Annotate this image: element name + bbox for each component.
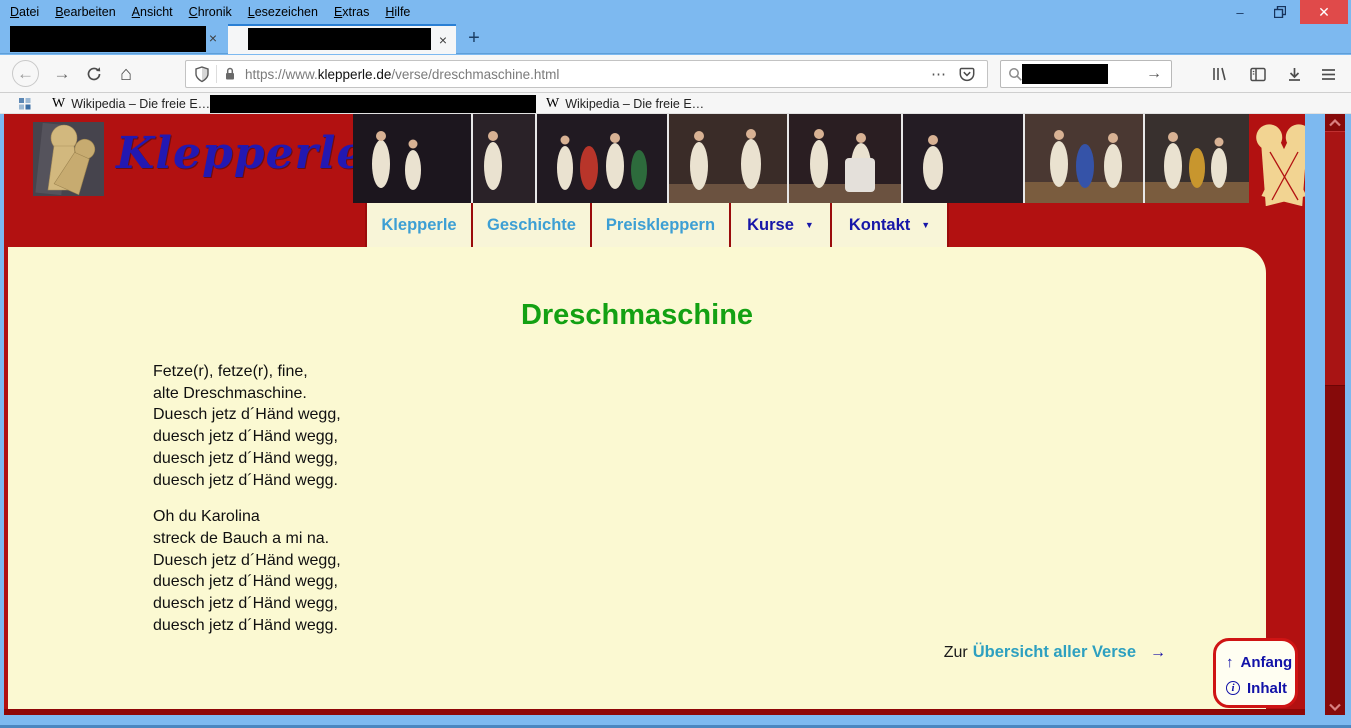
nav-label: Kontakt <box>849 216 910 235</box>
site-header: Klepperle <box>4 114 1305 247</box>
site-brand-title: Klepperle <box>116 128 365 179</box>
link-prefix: Zur <box>944 644 968 662</box>
window-titlebar: Datei Bearbeiten Ansicht Chronik Lesezei… <box>0 0 1351 24</box>
url-text: https://www.klepperle.de/verse/dreschmas… <box>245 67 559 82</box>
nav-item-kontakt[interactable]: Kontakt ▼ <box>832 203 949 247</box>
close-button[interactable]: ✕ <box>1300 0 1348 24</box>
restore-button[interactable] <box>1260 0 1300 24</box>
nav-label: Geschichte <box>487 216 576 235</box>
tab-close-icon[interactable]: × <box>205 31 221 47</box>
url-scheme: https://www. <box>245 67 318 82</box>
menu-datei[interactable]: Datei <box>2 1 47 23</box>
bookmarks-bar: W Wikipedia – Die freie E… W Wikipedia –… <box>0 93 1351 114</box>
quick-nav-box: ↑ Anfang i Inhalt <box>1213 638 1298 708</box>
menu-ansicht[interactable]: Ansicht <box>124 1 181 23</box>
info-icon: i <box>1226 681 1240 695</box>
back-button[interactable]: ← <box>12 60 39 87</box>
verse-overview-link[interactable]: Übersicht aller Verse <box>973 643 1136 662</box>
tab-close-icon[interactable]: × <box>435 33 451 49</box>
reload-button[interactable] <box>80 61 108 87</box>
menu-extras[interactable]: Extras <box>326 1 377 23</box>
bookmark-folder[interactable] <box>18 95 32 112</box>
bookmark-label: Wikipedia – Die freie E… <box>565 97 704 111</box>
nav-label: Klepperle <box>381 216 456 235</box>
menu-hilfe[interactable]: Hilfe <box>377 1 418 23</box>
anfang-label: Anfang <box>1241 654 1293 671</box>
arrow-up-icon: ↑ <box>1226 654 1234 671</box>
library-icon[interactable] <box>1206 61 1234 87</box>
chevron-down-icon: ▼ <box>921 220 930 230</box>
nav-label: Preiskleppern <box>606 216 715 235</box>
minimize-button[interactable]: – <box>1220 0 1260 24</box>
wikipedia-favicon: W <box>52 96 65 112</box>
verse-2: Oh du Karolina streck de Bauch a mi na. … <box>153 506 1266 636</box>
nav-item-preiskleppern[interactable]: Preiskleppern <box>592 203 731 247</box>
anfang-link[interactable]: ↑ Anfang <box>1226 649 1295 675</box>
page-viewport: Klepperle <box>4 114 1305 715</box>
crossed-klepperle-icon <box>1246 118 1305 206</box>
downloads-icon[interactable] <box>1280 61 1308 87</box>
scrollbar-thumb[interactable] <box>1325 131 1345 386</box>
new-tab-button[interactable]: + <box>461 26 487 52</box>
page-title: Dreschmaschine <box>8 247 1266 332</box>
wikipedia-favicon: W <box>546 96 559 112</box>
home-button[interactable]: ⌂ <box>112 61 140 87</box>
bookmark-wikipedia-2[interactable]: W Wikipedia – Die freie E… <box>546 95 704 112</box>
klepperle-logo-photo <box>33 122 104 196</box>
page-scrollbar[interactable] <box>1325 114 1345 715</box>
inhalt-label: Inhalt <box>1247 680 1287 697</box>
window-controls: – ✕ <box>1220 0 1348 24</box>
menu-chronik[interactable]: Chronik <box>181 1 240 23</box>
scroll-up-icon[interactable] <box>1325 114 1345 131</box>
url-path: /verse/dreschmaschine.html <box>391 67 559 82</box>
navigation-toolbar: ← → ⌂ https://www.klepperle.de/verse/dre… <box>0 55 1351 93</box>
bookmark-grid-icon <box>18 97 32 111</box>
urlbar-divider <box>216 65 217 83</box>
nav-item-kurse[interactable]: Kurse ▼ <box>731 203 832 247</box>
page-actions-icon[interactable]: ⋯ <box>931 65 947 83</box>
window-bottom-border <box>0 715 1351 728</box>
redacted-bookmark <box>210 95 536 113</box>
reload-icon <box>86 66 102 82</box>
sidebar-toggle-icon[interactable] <box>1244 61 1272 87</box>
inhalt-link[interactable]: i Inhalt <box>1226 675 1295 701</box>
content-area: Dreschmaschine Fetze(r), fetze(r), fine,… <box>8 247 1266 709</box>
search-icon <box>1008 67 1023 82</box>
menu-bearbeiten[interactable]: Bearbeiten <box>47 1 123 23</box>
arrow-right-icon[interactable]: → <box>1150 644 1166 662</box>
restore-icon <box>1274 6 1286 18</box>
menu-hamburger-icon[interactable] <box>1314 61 1342 87</box>
carnival-photo-strip <box>353 114 1249 203</box>
verse-1: Fetze(r), fetze(r), fine, alte Dreschmas… <box>153 361 1266 491</box>
menu-bar: Datei Bearbeiten Ansicht Chronik Lesezei… <box>2 0 418 24</box>
redacted-search-query <box>1022 64 1108 84</box>
redacted-tab-title-1 <box>10 26 206 52</box>
bookmark-wikipedia-1[interactable]: W Wikipedia – Die freie E… <box>52 95 210 112</box>
forward-button[interactable]: → <box>48 61 76 87</box>
lock-icon[interactable] <box>223 66 237 82</box>
nav-label: Kurse <box>747 216 794 235</box>
nav-item-klepperle[interactable]: Klepperle <box>367 203 473 247</box>
redacted-tab-title-2 <box>248 28 431 50</box>
url-bar[interactable]: https://www.klepperle.de/verse/dreschmas… <box>185 60 988 88</box>
scroll-down-icon[interactable] <box>1325 698 1345 715</box>
pocket-icon[interactable] <box>959 67 975 82</box>
verse-overview-row: Zur Übersicht aller Verse → <box>944 643 1166 662</box>
menu-lesezeichen[interactable]: Lesezeichen <box>240 1 326 23</box>
nav-item-geschichte[interactable]: Geschichte <box>473 203 592 247</box>
site-nav: Klepperle Geschichte Preiskleppern Kurse… <box>365 203 949 247</box>
bookmark-label: Wikipedia – Die freie E… <box>71 97 210 111</box>
tracking-shield-icon[interactable] <box>194 66 210 83</box>
chevron-down-icon: ▼ <box>805 220 814 230</box>
url-host: klepperle.de <box>318 67 392 82</box>
